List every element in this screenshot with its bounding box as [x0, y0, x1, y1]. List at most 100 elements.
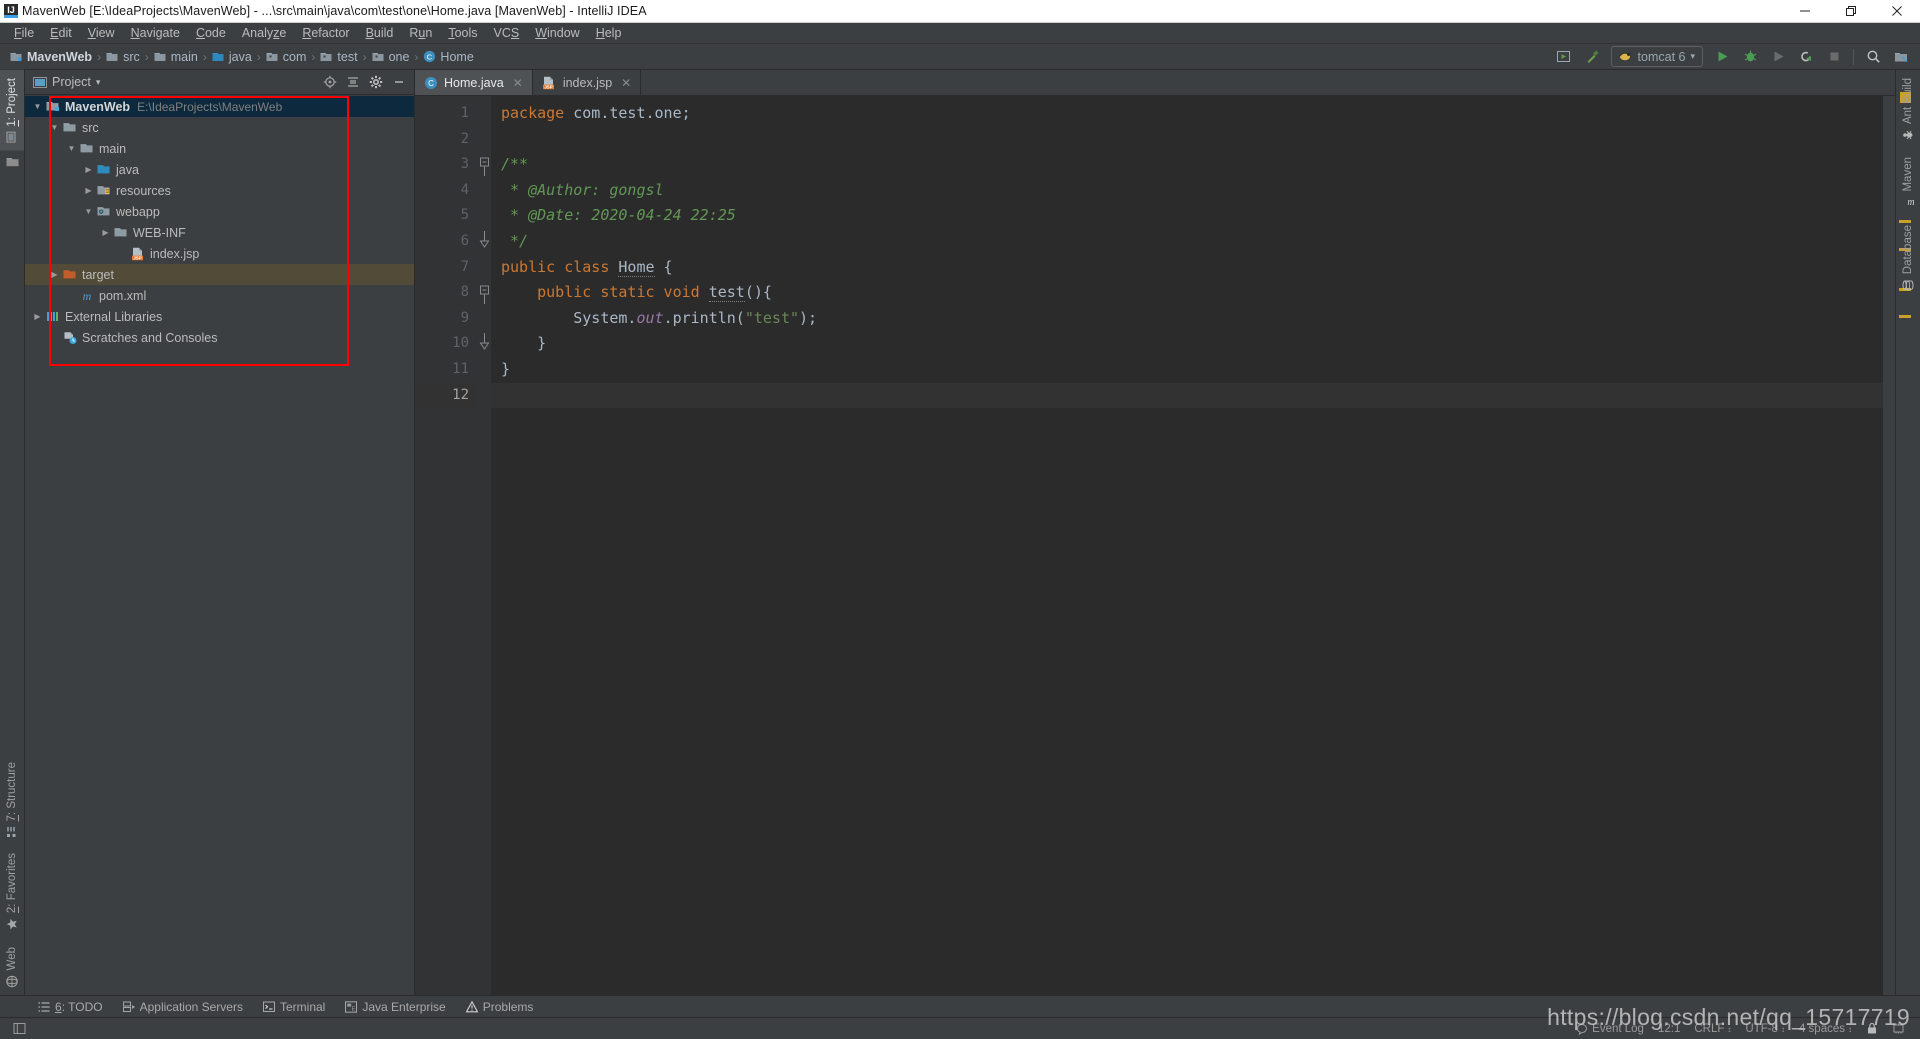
tool-window-tab-database[interactable]: Database — [1896, 217, 1920, 299]
fold-marker-line-8[interactable] — [477, 280, 491, 306]
code-line-10: } — [501, 331, 1895, 357]
editor-tab-home-java[interactable]: C Home.java ✕ — [415, 70, 533, 95]
minimize-window-button[interactable] — [1782, 0, 1828, 23]
run-configuration-selector[interactable]: tomcat 6 ▾ — [1610, 46, 1703, 67]
build-hammer-icon[interactable] — [1579, 46, 1605, 68]
toggle-tool-windows-icon[interactable] — [8, 1022, 30, 1035]
breadcrumb-item-com[interactable]: com — [262, 49, 311, 65]
code-editor[interactable]: 1 2 3 4 5 6 7 8 9 10 11 12 package com.test.one; /*… — [415, 96, 1895, 995]
project-panel-title-button[interactable]: Project ▾ — [29, 74, 104, 90]
breadcrumb-item-home[interactable]: C Home — [419, 49, 477, 65]
tool-window-tab-maven[interactable]: m Maven — [1896, 149, 1920, 217]
rerun-icon[interactable] — [1793, 46, 1819, 68]
folder-icon — [78, 142, 96, 155]
breadcrumb-item-main[interactable]: main — [150, 49, 202, 65]
folder-icon — [61, 121, 79, 134]
bottom-tab-java-enterprise[interactable]: E Java Enterprise — [335, 998, 455, 1016]
chevron-down-icon[interactable]: ▼ — [31, 102, 44, 111]
tree-row-external-libraries[interactable]: ▶ External Libraries — [25, 306, 414, 327]
tool-window-tab-7-structure[interactable]: 7: Structure — [0, 754, 24, 845]
tree-row-scratches-and-consoles[interactable]: Scratches and Consoles — [25, 327, 414, 348]
run-with-coverage-icon[interactable] — [1765, 46, 1791, 68]
tree-row-pom-xml[interactable]: m pom.xml — [25, 285, 414, 306]
run-icon[interactable] — [1709, 46, 1735, 68]
tree-row-resources[interactable]: ▶ resources — [25, 180, 414, 201]
code-folding-column[interactable] — [477, 96, 491, 995]
chevron-down-icon[interactable]: ▼ — [82, 207, 95, 216]
breadcrumb-item-test[interactable]: test — [316, 49, 361, 65]
breadcrumb-item-mavenweb[interactable]: MavenWeb — [6, 49, 96, 65]
chevron-right-icon[interactable]: ▶ — [31, 312, 44, 321]
bottom-tab-problems[interactable]: Problems — [456, 998, 544, 1016]
tree-row-src[interactable]: ▼ src — [25, 117, 414, 138]
chevron-right-icon[interactable]: ▶ — [82, 165, 95, 174]
chevron-right-icon[interactable]: ▶ — [99, 228, 112, 237]
menu-item-edit[interactable]: Edit — [42, 24, 80, 42]
tool-window-tab-2-favorites[interactable]: 2: Favorites — [0, 845, 24, 938]
tree-row-web-inf[interactable]: ▶ WEB-INF — [25, 222, 414, 243]
debug-icon[interactable] — [1737, 46, 1763, 68]
update-app-icon[interactable] — [1551, 46, 1577, 68]
editor-scrollbar[interactable] — [1883, 96, 1895, 995]
collapse-all-icon[interactable] — [342, 72, 364, 93]
tool-window-tab-label: 1: Project — [6, 78, 18, 127]
settings-gear-icon[interactable] — [365, 72, 387, 93]
menu-item-vcs[interactable]: VCS — [486, 24, 528, 42]
tree-row-main[interactable]: ▼ main — [25, 138, 414, 159]
stop-icon[interactable] — [1821, 46, 1847, 68]
fold-marker-line-10[interactable] — [477, 331, 491, 357]
indent-selector[interactable]: 4 spaces ↕ — [1792, 1021, 1859, 1037]
close-window-button[interactable] — [1874, 0, 1920, 23]
menu-item-navigate[interactable]: Navigate — [123, 24, 188, 42]
menu-item-analyze[interactable]: Analyze — [234, 24, 294, 42]
line-number: 7 — [460, 258, 469, 275]
menu-item-tools[interactable]: Tools — [440, 24, 485, 42]
bottom-tab-6-todo[interactable]: 6: TODO — [28, 998, 113, 1016]
close-tab-icon[interactable]: ✕ — [513, 76, 523, 90]
project-structure-icon[interactable] — [1888, 46, 1914, 68]
breadcrumb-item-one[interactable]: one — [368, 49, 414, 65]
chevron-right-icon[interactable]: ▶ — [82, 186, 95, 195]
fold-marker-line-6[interactable] — [477, 229, 491, 255]
chevron-down-icon[interactable]: ▼ — [48, 123, 61, 132]
menu-item-help[interactable]: Help — [588, 24, 630, 42]
menu-item-refactor[interactable]: Refactor — [294, 24, 357, 42]
tool-window-tab-1-project[interactable]: 1: Project — [0, 70, 24, 151]
tree-row-index-jsp[interactable]: JSP index.jsp — [25, 243, 414, 264]
memory-indicator-icon[interactable] — [1885, 1020, 1912, 1037]
maximize-window-button[interactable] — [1828, 0, 1874, 23]
tree-row-java[interactable]: ▶ java — [25, 159, 414, 180]
close-tab-icon[interactable]: ✕ — [621, 76, 631, 90]
menu-item-view[interactable]: View — [80, 24, 123, 42]
menu-item-run[interactable]: Run — [401, 24, 440, 42]
tool-window-tab-web[interactable]: Web — [0, 939, 24, 995]
fold-marker-line-3[interactable] — [477, 152, 491, 178]
tree-row-webapp[interactable]: ▼ webapp — [25, 201, 414, 222]
caret-position[interactable]: 12:1 — [1651, 1021, 1687, 1037]
bottom-tab-application-servers[interactable]: Application Servers — [113, 998, 253, 1016]
encoding-selector[interactable]: UTF-8 ↕ — [1738, 1021, 1792, 1037]
line-separator-selector[interactable]: CRLF ↕ — [1687, 1021, 1738, 1037]
bottom-tab-terminal[interactable]: Terminal — [253, 998, 335, 1016]
menu-item-build[interactable]: Build — [358, 24, 402, 42]
breadcrumb-item-java[interactable]: java — [208, 49, 256, 65]
tool-window-tab-ant-build[interactable]: Ant Build — [1896, 70, 1920, 149]
menu-item-file[interactable]: File — [6, 24, 42, 42]
tree-row-mavenweb[interactable]: ▼ MavenWeb E:\IdeaProjects\MavenWeb — [25, 96, 414, 117]
hide-panel-icon[interactable] — [388, 72, 410, 93]
menu-item-window[interactable]: Window — [527, 24, 587, 42]
code-text[interactable]: package com.test.one; /** * @Author: gon… — [491, 96, 1895, 995]
folder-strip-icon[interactable] — [0, 151, 25, 173]
project-tree[interactable]: ▼ MavenWeb E:\IdeaProjects\MavenWeb ▼ src ▼ ma… — [25, 95, 414, 995]
scroll-from-source-icon[interactable] — [319, 72, 341, 93]
search-everywhere-icon[interactable] — [1860, 46, 1886, 68]
breadcrumb-item-src[interactable]: src — [102, 49, 144, 65]
chevron-down-icon[interactable]: ▼ — [65, 144, 78, 153]
editor-tab-index-jsp[interactable]: JSP index.jsp ✕ — [533, 70, 642, 95]
chevron-right-icon[interactable]: ▶ — [48, 270, 61, 279]
menu-item-code[interactable]: Code — [188, 24, 234, 42]
lock-icon[interactable] — [1859, 1020, 1885, 1037]
tree-row-target[interactable]: ▶ target — [25, 264, 414, 285]
event-log-button[interactable]: Event Log — [1569, 1021, 1651, 1037]
code-token: */ — [501, 231, 529, 250]
